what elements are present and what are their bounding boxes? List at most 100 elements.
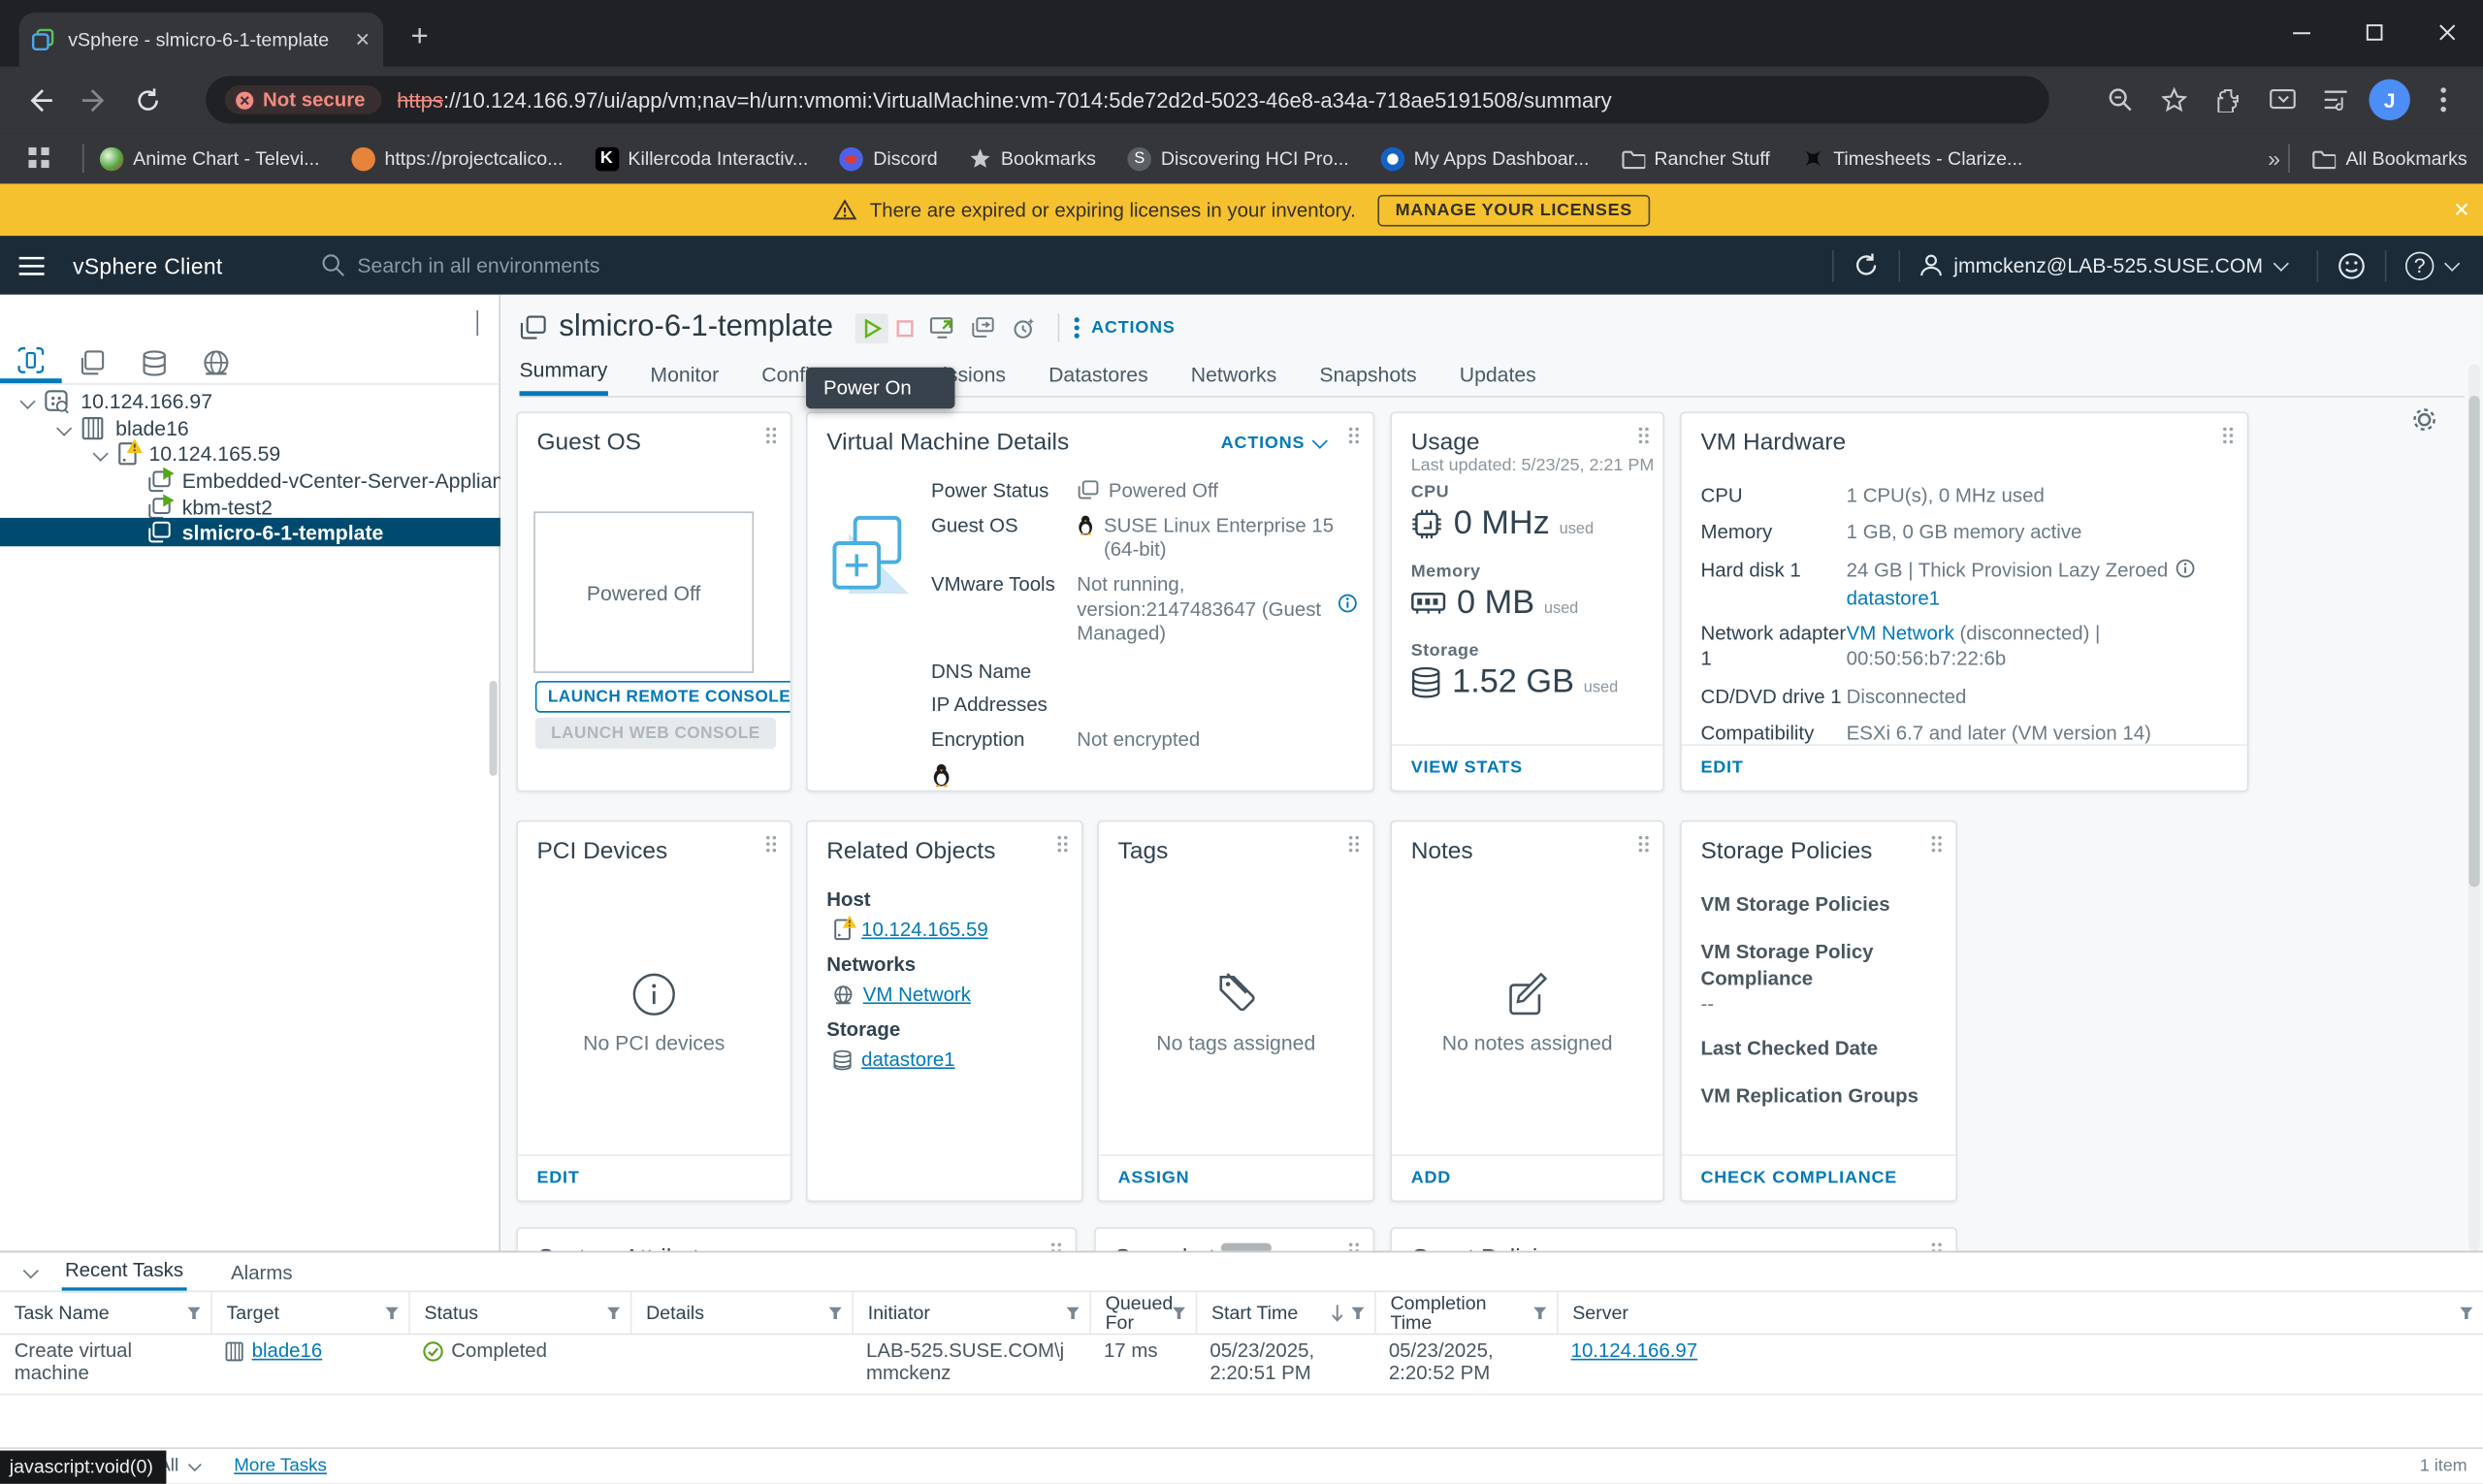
tab-networking-icon[interactable] <box>185 342 247 383</box>
console-preview[interactable]: Powered Off <box>533 511 754 673</box>
window-minimize-button[interactable] <box>2265 0 2338 63</box>
drag-handle-icon[interactable] <box>1347 834 1360 854</box>
migrate-icon[interactable] <box>963 312 1004 344</box>
refresh-icon[interactable] <box>1853 252 1880 279</box>
open-remote-console-icon[interactable] <box>921 312 962 344</box>
power-on-icon[interactable] <box>855 312 888 342</box>
browser-tab[interactable]: vSphere - slmicro-6-1-template ✕ <box>19 13 384 67</box>
drag-handle-icon[interactable] <box>2222 426 2235 445</box>
filter-icon[interactable] <box>385 1306 400 1320</box>
launch-remote-console-button[interactable]: LAUNCH REMOTE CONSOLE <box>535 681 791 713</box>
bookmark-rancher-stuff[interactable]: Rancher Stuff <box>1621 147 1770 170</box>
snapshots-icon[interactable] <box>1004 312 1044 344</box>
filter-icon[interactable] <box>1066 1306 1080 1320</box>
vm-network-link[interactable]: VM Network <box>1847 623 1954 645</box>
tab-storage-icon[interactable] <box>123 342 185 383</box>
manage-licenses-button[interactable]: MANAGE YOUR LICENSES <box>1378 194 1650 226</box>
col-target[interactable]: Target <box>210 1292 408 1333</box>
related-network-link[interactable]: VM Network <box>863 984 971 1006</box>
bookmark-star-icon[interactable] <box>2147 73 2202 127</box>
content-scrollbar-thumb[interactable] <box>2468 396 2479 887</box>
chevron-down-icon[interactable] <box>19 394 35 409</box>
all-bookmarks-folder[interactable]: All Bookmarks <box>2312 147 2467 170</box>
tab-summary[interactable]: Summary <box>520 358 608 396</box>
task-row[interactable]: Create virtual machine blade16 Completed… <box>0 1332 2483 1395</box>
filter-icon[interactable] <box>187 1306 202 1320</box>
add-note-link[interactable]: ADD <box>1392 1154 1662 1200</box>
actions-menu-button[interactable]: ACTIONS <box>1074 317 1175 339</box>
power-off-icon[interactable] <box>888 314 921 341</box>
feedback-smiley-icon[interactable] <box>2338 251 2366 279</box>
tree-item-host[interactable]: 10.124.165.59 <box>95 440 280 468</box>
bookmark-anime-chart[interactable]: Anime Chart - Televi... <box>100 146 320 170</box>
help-icon[interactable]: ? <box>2405 251 2434 279</box>
vm-details-actions-button[interactable]: ACTIONS <box>1221 434 1326 453</box>
tree-item-vm-vcsa[interactable]: Embedded-vCenter-Server-Appliance <box>147 468 526 495</box>
col-initiator[interactable]: Initiator <box>852 1292 1089 1333</box>
col-status[interactable]: Status <box>408 1292 630 1333</box>
tab-hosts-clusters-icon[interactable] <box>0 342 62 383</box>
drag-handle-icon[interactable] <box>1637 426 1650 445</box>
info-icon[interactable] <box>2176 559 2195 578</box>
content-scrollbar-track[interactable] <box>2468 365 2479 1251</box>
view-stats-link[interactable]: VIEW STATS <box>1392 744 1662 790</box>
assign-tag-link[interactable]: ASSIGN <box>1099 1154 1372 1200</box>
tab-vms-templates-icon[interactable] <box>62 342 124 383</box>
drag-handle-icon[interactable] <box>765 834 778 854</box>
collapse-sidebar-icon[interactable] <box>476 310 489 334</box>
col-server[interactable]: Server <box>1557 1292 2483 1333</box>
tab-recent-tasks[interactable]: Recent Tasks <box>62 1251 187 1292</box>
media-controls-icon[interactable] <box>2308 73 2363 127</box>
bookmarks-overflow-icon[interactable]: » <box>2268 145 2280 171</box>
tab-updates[interactable]: Updates <box>1460 363 1536 396</box>
drag-handle-icon[interactable] <box>1930 834 1943 854</box>
col-completion-time[interactable]: Completion Time <box>1374 1292 1557 1333</box>
col-start-time[interactable]: Start Time <box>1196 1292 1374 1333</box>
edit-pci-link[interactable]: EDIT <box>518 1154 790 1200</box>
address-bar[interactable]: Not secure https://10.124.166.97/ui/app/… <box>206 76 2048 123</box>
scrollbar-thumb[interactable] <box>1221 1243 1272 1251</box>
gear-icon[interactable] <box>2410 405 2438 434</box>
extensions-puzzle-icon[interactable] <box>2201 73 2255 127</box>
launch-web-console-button[interactable]: LAUNCH WEB CONSOLE <box>535 718 776 750</box>
collapse-panel-icon[interactable] <box>23 1262 39 1277</box>
global-search-input[interactable]: Search in all environments <box>321 253 600 276</box>
target-link[interactable]: blade16 <box>252 1339 323 1362</box>
filter-icon[interactable] <box>606 1306 621 1320</box>
browser-menu-icon[interactable] <box>2416 73 2470 127</box>
drag-handle-icon[interactable] <box>1049 1242 1062 1251</box>
zoom-icon[interactable] <box>2093 73 2147 127</box>
check-compliance-link[interactable]: CHECK COMPLIANCE <box>1682 1154 1955 1200</box>
drag-handle-icon[interactable] <box>1637 834 1650 854</box>
bookmark-discord[interactable]: Discord <box>840 146 938 170</box>
chevron-down-icon[interactable] <box>56 420 72 436</box>
window-close-button[interactable] <box>2410 0 2483 63</box>
bookmark-projectcalico[interactable]: https://projectcalico... <box>351 146 563 170</box>
col-queued-for[interactable]: Queued For <box>1089 1292 1195 1333</box>
drag-handle-icon[interactable] <box>1347 1242 1360 1251</box>
window-maximize-button[interactable] <box>2338 0 2410 63</box>
tab-datastores[interactable]: Datastores <box>1048 363 1148 396</box>
user-menu[interactable]: jmmckenz@LAB-525.SUSE.COM <box>1953 253 2263 276</box>
reload-icon[interactable] <box>120 73 175 127</box>
sidebar-scrollbar-thumb[interactable] <box>489 681 497 776</box>
tab-snapshots[interactable]: Snapshots <box>1319 363 1416 396</box>
filter-icon[interactable] <box>1172 1306 1186 1320</box>
drag-handle-icon[interactable] <box>1347 426 1360 445</box>
related-datastore-link[interactable]: datastore1 <box>861 1048 954 1071</box>
server-link[interactable]: 10.124.166.97 <box>1571 1339 1698 1362</box>
related-host-link[interactable]: 10.124.165.59 <box>861 919 988 941</box>
profile-avatar[interactable]: J <box>2363 73 2417 127</box>
filter-icon[interactable] <box>2460 1306 2474 1320</box>
filter-icon[interactable] <box>828 1306 843 1320</box>
drag-handle-icon[interactable] <box>1056 834 1069 854</box>
more-tasks-link[interactable]: More Tasks <box>234 1457 327 1476</box>
col-task-name[interactable]: Task Name <box>0 1292 210 1333</box>
hamburger-menu-icon[interactable] <box>19 256 45 275</box>
info-icon[interactable] <box>1338 594 1358 613</box>
tab-monitor[interactable]: Monitor <box>650 363 719 396</box>
bookmark-timesheets[interactable]: Timesheets - Clarize... <box>1801 147 2022 170</box>
bookmark-killercoda[interactable]: KKillercoda Interactiv... <box>595 146 808 170</box>
filter-icon[interactable] <box>1532 1306 1547 1320</box>
drag-handle-icon[interactable] <box>765 426 778 445</box>
